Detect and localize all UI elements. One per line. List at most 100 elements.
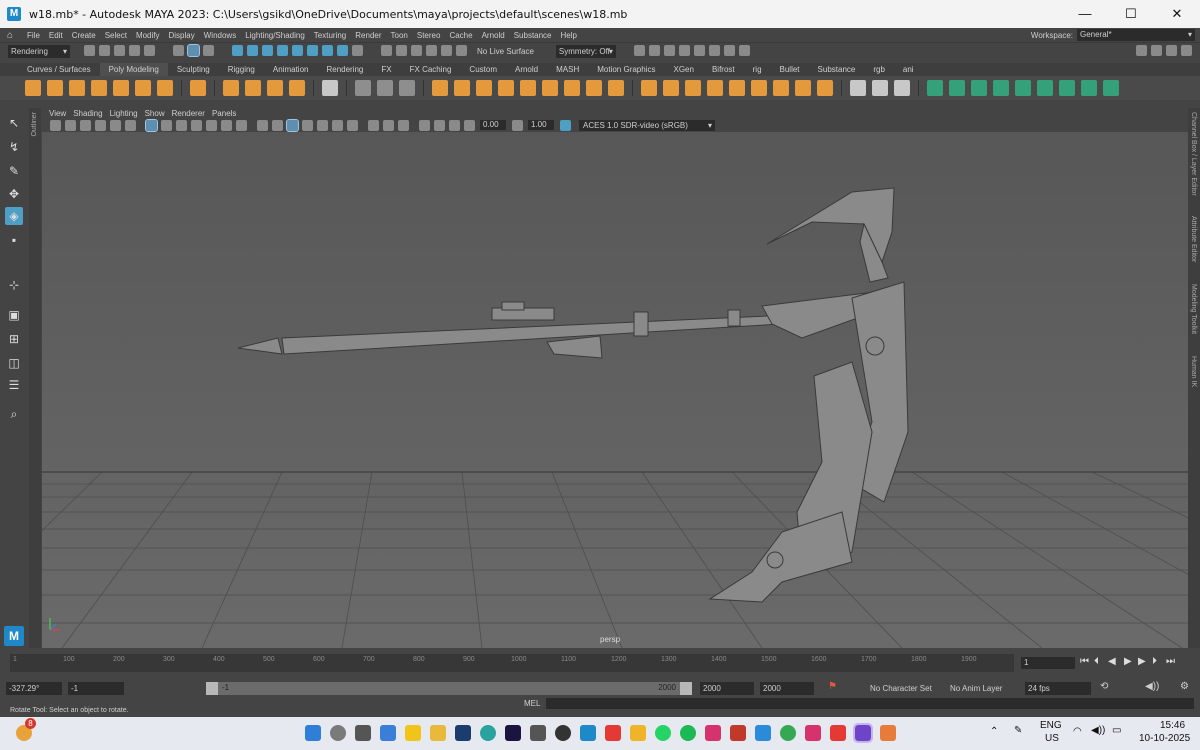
clock-app-icon[interactable]	[555, 725, 571, 741]
spherical-map-icon[interactable]	[993, 80, 1009, 96]
bookmarks-icon[interactable]	[80, 119, 91, 131]
render-current-icon[interactable]	[396, 45, 407, 56]
shelf-tab-bullet[interactable]: Bullet	[771, 63, 809, 76]
panel-menu-shading[interactable]: Shading	[73, 109, 102, 118]
gamma-field[interactable]: 1.00	[528, 120, 554, 130]
shelf-tab-ani[interactable]: ani	[894, 63, 923, 76]
layout-icon-6[interactable]	[708, 45, 720, 56]
photoshop-icon[interactable]	[455, 725, 471, 741]
tool-settings-icon[interactable]	[1166, 45, 1177, 56]
render-settings-icon[interactable]	[426, 45, 437, 56]
insert-edge-loop-icon[interactable]	[872, 80, 888, 96]
fill-hole-icon[interactable]	[608, 80, 624, 96]
shelf-tab-animation[interactable]: Animation	[264, 63, 318, 76]
layout-icon-3[interactable]	[663, 45, 675, 56]
script-language-label[interactable]: MEL	[524, 699, 540, 708]
modeling-toolkit-icon[interactable]	[1136, 45, 1147, 56]
poly-cube-icon[interactable]	[47, 80, 63, 96]
menu-render[interactable]: Render	[355, 31, 381, 40]
shelf-tab-custom[interactable]: Custom	[460, 63, 506, 76]
channel-box-tab[interactable]: Channel Box / Layer Editor	[1190, 112, 1197, 196]
copilot-icon[interactable]	[380, 725, 396, 741]
instagram-icon[interactable]	[705, 725, 721, 741]
battery-icon[interactable]: ▭	[1112, 725, 1121, 736]
ipr-render-icon[interactable]	[411, 45, 422, 56]
close-button[interactable]: ✕	[1154, 0, 1200, 28]
grid-toggle-icon[interactable]	[145, 118, 158, 132]
fps-dropdown[interactable]: 24 fps	[1025, 682, 1091, 695]
bridge-icon[interactable]	[663, 80, 679, 96]
wireframe-icon[interactable]	[257, 119, 268, 131]
sticky-app-icon[interactable]	[405, 725, 421, 741]
safe-action-icon[interactable]	[221, 119, 232, 131]
live-surface-label[interactable]: No Live Surface	[477, 47, 534, 56]
menu-help[interactable]: Help	[561, 31, 577, 40]
snap-edge-icon[interactable]	[322, 45, 333, 56]
poke-icon[interactable]	[729, 80, 745, 96]
search-icon[interactable]	[330, 725, 346, 741]
shelf-tab-sculpting[interactable]: Sculpting	[168, 63, 219, 76]
attribute-editor-icon[interactable]	[1151, 45, 1162, 56]
menu-arnold[interactable]: Arnold	[482, 31, 505, 40]
two-pane-layout-icon[interactable]: ◫	[5, 354, 23, 372]
menu-file[interactable]: File	[27, 31, 40, 40]
maya-taskbar-icon[interactable]	[580, 725, 596, 741]
poly-disc-icon[interactable]	[157, 80, 173, 96]
step-back-frame-icon[interactable]: ◀	[1108, 656, 1116, 667]
youtube-web-icon[interactable]	[830, 725, 846, 741]
perspective-viewport[interactable]: persp	[42, 132, 1188, 648]
automatic-map-icon[interactable]	[1015, 80, 1031, 96]
grid-icon[interactable]	[322, 80, 338, 96]
exposure-icon[interactable]	[464, 119, 475, 131]
svg-icon[interactable]	[289, 80, 305, 96]
cut-uv-icon[interactable]	[1081, 80, 1097, 96]
open-scene-icon[interactable]	[99, 45, 110, 56]
range-end-handle[interactable]	[680, 682, 692, 695]
append-polygon-icon[interactable]	[707, 80, 723, 96]
human-ik-tab[interactable]: Human IK	[1190, 356, 1197, 387]
menu-create[interactable]: Create	[72, 31, 96, 40]
current-frame-field[interactable]: 1	[1021, 657, 1075, 669]
gamma-icon[interactable]	[512, 119, 523, 131]
four-view-layout-icon[interactable]: ⊞	[5, 330, 23, 348]
menu-substance[interactable]: Substance	[514, 31, 552, 40]
outliner-layout-icon[interactable]: ☰	[5, 376, 23, 394]
shelf-tab-rgb[interactable]: rgb	[864, 63, 894, 76]
time-ruler[interactable]: 1 100 200 300 400 500 600 700 800 900 10…	[10, 654, 1014, 672]
shadows-icon[interactable]	[332, 119, 343, 131]
step-forward-frame-icon[interactable]: ▶	[1138, 656, 1146, 667]
playback-end-field[interactable]: 2000	[760, 682, 814, 695]
shelf-tab-arnold[interactable]: Arnold	[506, 63, 547, 76]
layout-icon-4[interactable]	[678, 45, 690, 56]
unfold-icon[interactable]	[1037, 80, 1053, 96]
collapse-icon[interactable]	[817, 80, 833, 96]
lasso-tool-icon[interactable]: ↯	[5, 138, 23, 156]
layout-icon-7[interactable]	[723, 45, 735, 56]
anim-end-field[interactable]: 2000	[700, 682, 754, 695]
separate-icon[interactable]	[454, 80, 470, 96]
select-component-icon[interactable]	[203, 45, 214, 56]
bevel-icon[interactable]	[685, 80, 701, 96]
undo-icon[interactable]	[129, 45, 140, 56]
type-text-icon[interactable]	[267, 80, 283, 96]
poly-sphere-icon[interactable]	[25, 80, 41, 96]
platonic-solid-icon[interactable]	[190, 80, 206, 96]
playback-range-slider[interactable]: -1 2000	[206, 682, 692, 695]
language-label[interactable]: ENG	[1040, 720, 1062, 731]
film-gate-icon[interactable]	[161, 119, 172, 131]
safe-title-icon[interactable]	[236, 119, 247, 131]
menu-stereo[interactable]: Stereo	[417, 31, 441, 40]
shelf-tab-motion-graphics[interactable]: Motion Graphics	[588, 63, 664, 76]
play-forward-icon[interactable]: ▶	[1124, 656, 1132, 667]
folder-icon[interactable]	[630, 725, 646, 741]
menu-modify[interactable]: Modify	[136, 31, 160, 40]
poly-cone-icon[interactable]	[91, 80, 107, 96]
go-to-end-icon[interactable]: ⏭	[1166, 656, 1175, 667]
shelf-tab-mash[interactable]: MASH	[547, 63, 588, 76]
smooth-icon[interactable]	[476, 80, 492, 96]
grease-pencil-icon[interactable]	[125, 119, 136, 131]
target-weld-icon[interactable]	[355, 80, 371, 96]
range-start-handle[interactable]	[206, 682, 218, 695]
planar-map-icon[interactable]	[949, 80, 965, 96]
snap-together-icon[interactable]	[337, 45, 348, 56]
